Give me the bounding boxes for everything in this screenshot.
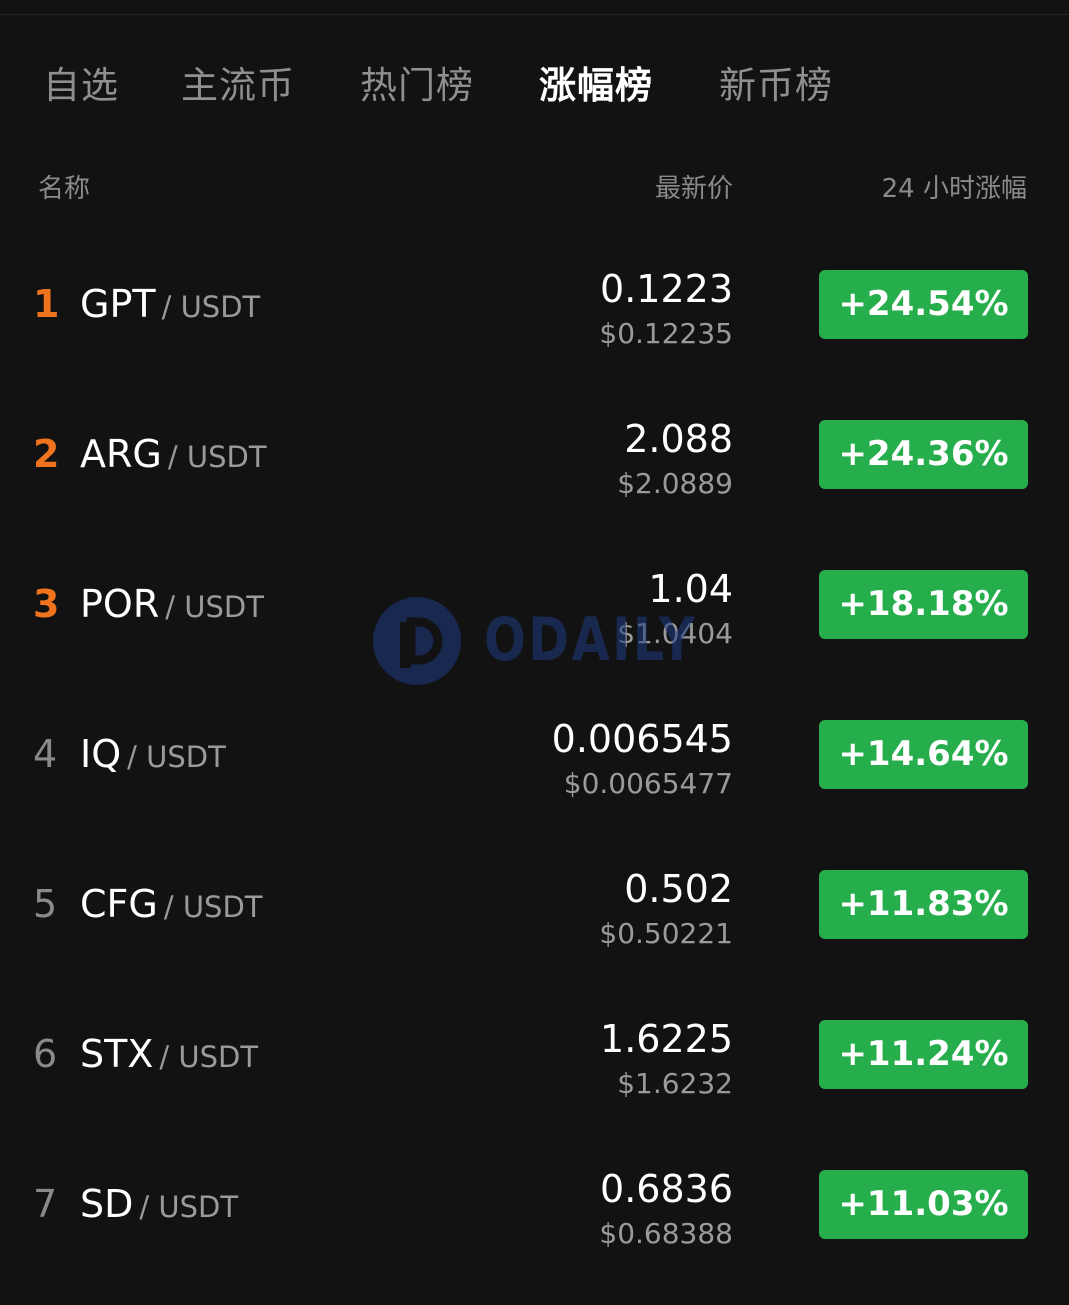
quote-currency: / USDT	[167, 440, 267, 474]
column-header-change[interactable]: 24 小时涨幅	[882, 168, 1027, 210]
change-badge[interactable]: +18.18%	[819, 570, 1028, 639]
trading-pair: STX / USDT	[80, 1029, 258, 1087]
tab-hot[interactable]: 热门榜	[360, 60, 474, 112]
last-price: 0.006545	[551, 717, 733, 761]
fiat-price: $0.0065477	[563, 767, 733, 800]
quote-currency: / USDT	[159, 1040, 259, 1074]
coin-symbol: POR	[80, 582, 160, 626]
rank-number: 2	[33, 432, 60, 476]
rank-number: 6	[33, 1032, 58, 1076]
trading-pair: GPT / USDT	[80, 279, 260, 337]
market-tabs: 自选 主流币 热门榜 涨幅榜 新币榜	[0, 60, 1069, 112]
column-header-name[interactable]: 名称	[38, 168, 90, 210]
trading-pair: IQ / USDT	[80, 729, 226, 787]
quote-currency: / USDT	[165, 590, 264, 624]
trading-pair: ARG / USDT	[80, 429, 267, 487]
coin-symbol: SD	[80, 1182, 134, 1226]
trading-pair: CFG / USDT	[80, 879, 263, 937]
market-row[interactable]: 3 POR / USDT 1.04 $1.0404 +18.18%	[0, 555, 1069, 705]
tab-watchlist[interactable]: 自选	[43, 60, 119, 112]
market-row[interactable]: 5 CFG / USDT 0.502 $0.50221 +11.83%	[0, 855, 1069, 1005]
coin-symbol: IQ	[80, 732, 122, 776]
rank-number: 5	[33, 882, 58, 926]
market-row[interactable]: 6 STX / USDT 1.6225 $1.6232 +11.24%	[0, 1005, 1069, 1155]
last-price: 0.502	[624, 867, 733, 911]
quote-currency: / USDT	[163, 890, 263, 924]
tab-mainstream[interactable]: 主流币	[181, 60, 295, 112]
coin-symbol: STX	[80, 1032, 154, 1076]
fiat-price: $0.50221	[599, 917, 733, 950]
quote-currency: / USDT	[127, 740, 226, 774]
fiat-price: $0.68388	[599, 1217, 733, 1250]
rank-number: 7	[33, 1182, 58, 1226]
last-price: 0.1223	[600, 267, 733, 311]
trading-pair: SD / USDT	[80, 1179, 238, 1237]
tab-new-listings[interactable]: 新币榜	[719, 60, 833, 112]
fiat-price: $2.0889	[617, 467, 733, 500]
change-badge[interactable]: +24.54%	[819, 270, 1028, 339]
fiat-price: $0.12235	[599, 317, 733, 350]
market-row[interactable]: 4 IQ / USDT 0.006545 $0.0065477 +14.64%	[0, 705, 1069, 855]
trading-pair: POR / USDT	[80, 579, 264, 637]
column-header-price[interactable]: 最新价	[655, 168, 733, 210]
coin-symbol: ARG	[80, 432, 162, 476]
last-price: 2.088	[624, 417, 733, 461]
quote-currency: / USDT	[161, 290, 261, 324]
rank-number: 4	[33, 732, 58, 776]
market-row[interactable]: 7 SD / USDT 0.6836 $0.68388 +11.03%	[0, 1155, 1069, 1305]
coin-symbol: GPT	[80, 282, 156, 326]
rank-number: 1	[33, 282, 60, 326]
quote-currency: / USDT	[139, 1190, 239, 1224]
market-row[interactable]: 2 ARG / USDT 2.088 $2.0889 +24.36%	[0, 405, 1069, 555]
last-price: 1.6225	[600, 1017, 733, 1061]
coin-symbol: CFG	[80, 882, 158, 926]
last-price: 0.6836	[600, 1167, 733, 1211]
market-row[interactable]: 1 GPT / USDT 0.1223 $0.12235 +24.54%	[0, 255, 1069, 405]
top-divider	[0, 14, 1069, 15]
change-badge[interactable]: +14.64%	[819, 720, 1028, 789]
last-price: 1.04	[648, 567, 733, 611]
fiat-price: $1.0404	[617, 617, 733, 650]
change-badge[interactable]: +11.24%	[819, 1020, 1028, 1089]
fiat-price: $1.6232	[617, 1067, 733, 1100]
change-badge[interactable]: +11.03%	[819, 1170, 1028, 1239]
tab-top-gainers[interactable]: 涨幅榜	[539, 60, 653, 112]
rank-number: 3	[33, 582, 60, 626]
change-badge[interactable]: +24.36%	[819, 420, 1028, 489]
change-badge[interactable]: +11.83%	[819, 870, 1028, 939]
